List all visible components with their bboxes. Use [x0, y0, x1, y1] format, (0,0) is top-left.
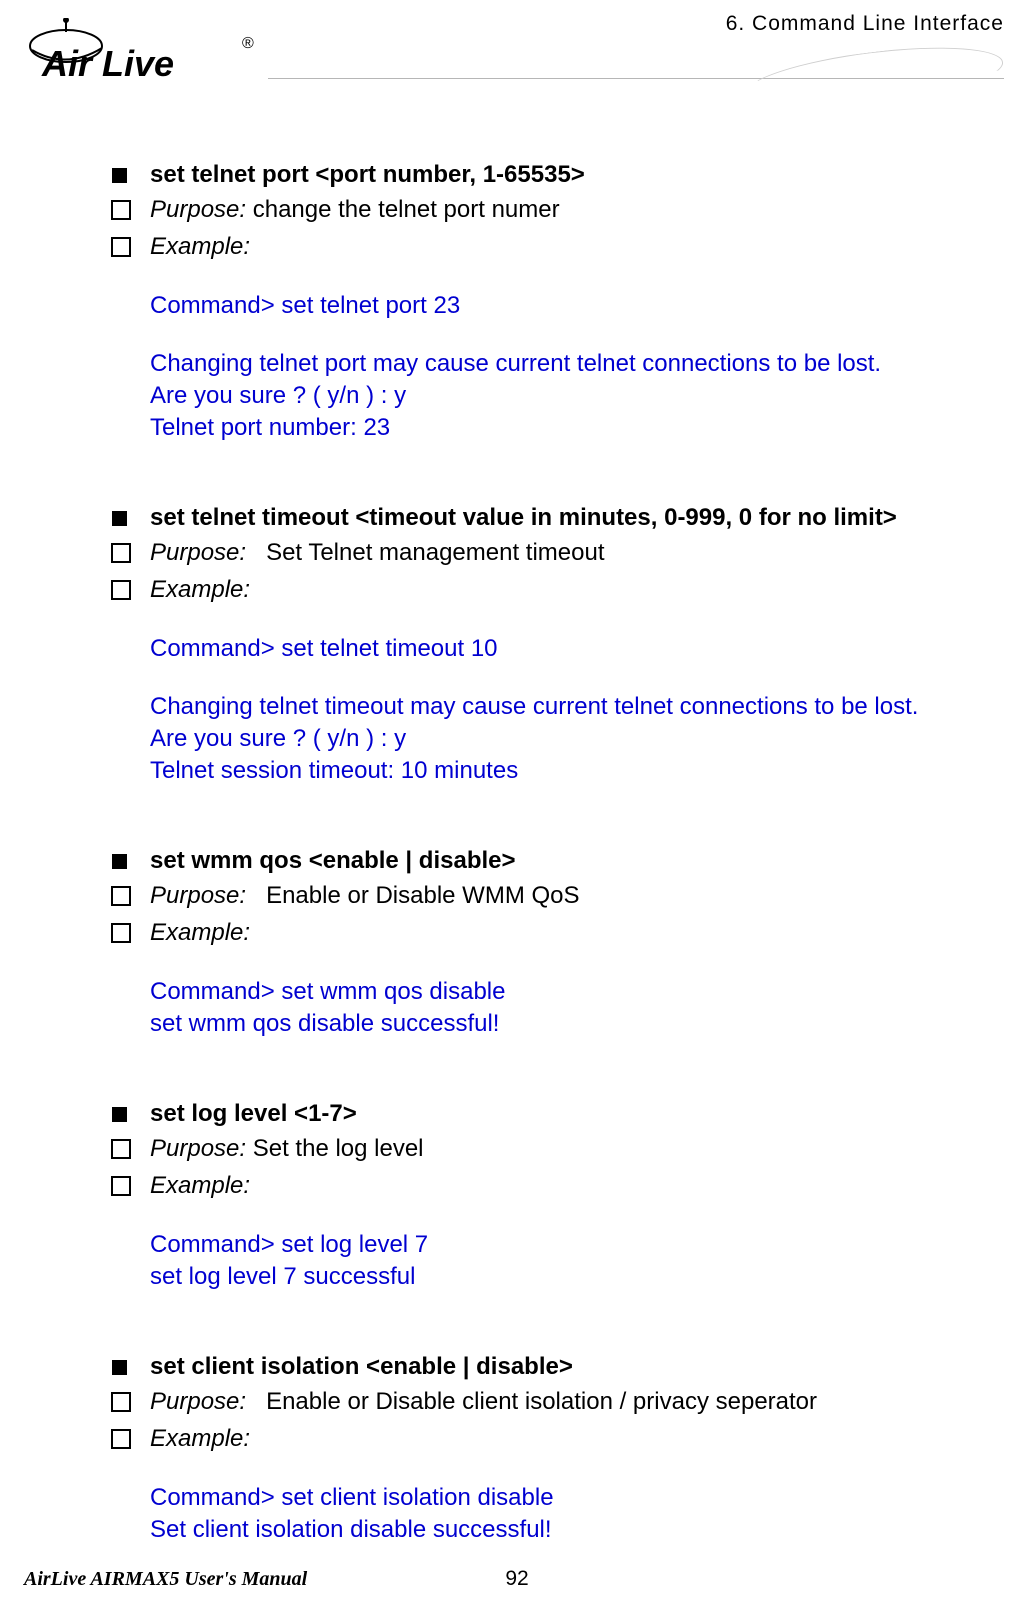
hollow-square-icon: [110, 1134, 150, 1167]
filled-square-icon: [110, 846, 150, 877]
filled-square-icon: [110, 503, 150, 534]
breadcrumb: 6. Command Line Interface: [726, 12, 1004, 36]
purpose-line: Purpose: Enable or Disable client isolat…: [150, 1387, 1004, 1417]
example-block: Command> set client isolation disable Se…: [150, 1483, 1004, 1545]
example-line: Command> set log level 7: [150, 1230, 1004, 1260]
hollow-square-icon: [110, 918, 150, 951]
purpose-line: Purpose: change the telnet port numer: [150, 195, 1004, 225]
command-title: set telnet timeout <timeout value in min…: [150, 503, 1004, 533]
hollow-square-icon: [110, 1387, 150, 1420]
page-number: 92: [505, 1567, 528, 1591]
example-label: Example:: [150, 1424, 1004, 1454]
command-title: set client isolation <enable | disable>: [150, 1352, 1004, 1382]
example-block: Command> set log level 7 set log level 7…: [150, 1230, 1004, 1292]
command-section: set telnet port <port number, 1-65535> P…: [110, 160, 1004, 443]
command-section: set wmm qos <enable | disable> Purpose: …: [110, 846, 1004, 1039]
example-line: Changing telnet port may cause current t…: [150, 349, 1004, 379]
command-section: set telnet timeout <timeout value in min…: [110, 503, 1004, 786]
example-block: Command> set telnet port 23 Changing tel…: [150, 291, 1004, 443]
command-title: set wmm qos <enable | disable>: [150, 846, 1004, 876]
example-line: Telnet session timeout: 10 minutes: [150, 756, 1004, 786]
example-line: Command> set telnet port 23: [150, 291, 1004, 321]
page-content: set telnet port <port number, 1-65535> P…: [0, 100, 1034, 1545]
example-line: set wmm qos disable successful!: [150, 1009, 1004, 1039]
header-divider: [268, 78, 1004, 79]
example-line: Are you sure ? ( y/n ) : y: [150, 724, 1004, 754]
manual-title: AirLive AIRMAX5 User's Manual: [24, 1568, 307, 1591]
purpose-line: Purpose: Enable or Disable WMM QoS: [150, 881, 1004, 911]
example-block: Command> set telnet timeout 10 Changing …: [150, 634, 1004, 786]
example-line: Telnet port number: 23: [150, 413, 1004, 443]
filled-square-icon: [110, 1099, 150, 1130]
example-label: Example:: [150, 1171, 1004, 1201]
hollow-square-icon: [110, 881, 150, 914]
hollow-square-icon: [110, 232, 150, 265]
airlive-logo: Air Live ®: [24, 18, 264, 84]
command-title: set log level <1-7>: [150, 1099, 1004, 1129]
svg-text:®: ®: [242, 35, 254, 52]
command-title: set telnet port <port number, 1-65535>: [150, 160, 1004, 190]
filled-square-icon: [110, 160, 150, 191]
hollow-square-icon: [110, 575, 150, 608]
example-line: set log level 7 successful: [150, 1262, 1004, 1292]
hollow-square-icon: [110, 1424, 150, 1457]
example-line: Command> set telnet timeout 10: [150, 634, 1004, 664]
page-footer: AirLive AIRMAX5 User's Manual 92: [0, 1567, 1034, 1591]
example-line: Changing telnet timeout may cause curren…: [150, 692, 1004, 722]
hollow-square-icon: [110, 195, 150, 228]
command-section: set log level <1-7> Purpose: Set the log…: [110, 1099, 1004, 1292]
purpose-line: Purpose: Set Telnet management timeout: [150, 538, 1004, 568]
filled-square-icon: [110, 1352, 150, 1383]
example-label: Example:: [150, 918, 1004, 948]
page-header: Air Live ® 6. Command Line Interface: [0, 0, 1034, 100]
example-line: Command> set client isolation disable: [150, 1483, 1004, 1513]
example-line: Are you sure ? ( y/n ) : y: [150, 381, 1004, 411]
command-section: set client isolation <enable | disable> …: [110, 1352, 1004, 1545]
purpose-line: Purpose: Set the log level: [150, 1134, 1004, 1164]
svg-text:Air Live: Air Live: [41, 43, 174, 84]
example-block: Command> set wmm qos disable set wmm qos…: [150, 977, 1004, 1039]
example-line: Set client isolation disable successful!: [150, 1515, 1004, 1545]
example-label: Example:: [150, 575, 1004, 605]
example-line: Command> set wmm qos disable: [150, 977, 1004, 1007]
hollow-square-icon: [110, 1171, 150, 1204]
hollow-square-icon: [110, 538, 150, 571]
example-label: Example:: [150, 232, 1004, 262]
